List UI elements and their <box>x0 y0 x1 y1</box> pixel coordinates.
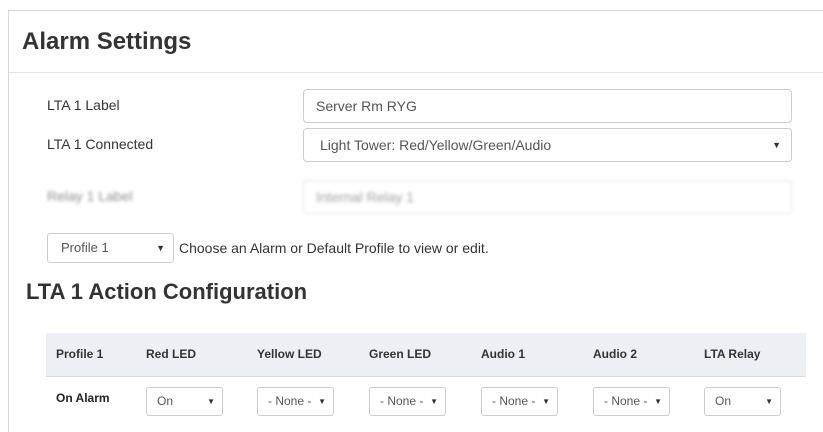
lta-connected-row: LTA 1 Connected Light Tower: Red/Yellow/… <box>47 128 793 162</box>
action-config-title: LTA 1 Action Configuration <box>26 279 308 304</box>
caret-down-icon: ▼ <box>156 243 165 253</box>
lta-label-input[interactable]: Server Rm RYG <box>303 89 792 123</box>
page-title: Alarm Settings <box>22 28 192 55</box>
table-row: On Alarm On ▼ - None - ▼ - None - ▼ - No… <box>46 376 806 426</box>
action-config-table: Profile 1 Red LED Yellow LED Green LED A… <box>46 333 806 426</box>
table-header-row: Profile 1 Red LED Yellow LED Green LED A… <box>46 333 806 377</box>
lta-label-row: LTA 1 Label Server Rm RYG <box>47 89 793 123</box>
lta-connected-value: Light Tower: Red/Yellow/Green/Audio <box>320 137 552 153</box>
audio-1-select[interactable]: - None - ▼ <box>481 386 558 416</box>
red-led-value: On <box>157 393 174 408</box>
cell-lta-relay: On ▼ <box>694 376 806 426</box>
panel-header: Alarm Settings <box>9 11 823 73</box>
caret-down-icon: ▼ <box>542 396 550 406</box>
profile-help-text: Choose an Alarm or Default Profile to vi… <box>179 240 489 256</box>
cell-green-led: - None - ▼ <box>359 376 471 426</box>
caret-down-icon: ▼ <box>772 140 781 150</box>
relay-label-input[interactable]: Internal Relay 1 <box>303 180 792 214</box>
col-header-profile: Profile 1 <box>46 333 136 377</box>
alarm-settings-panel: Alarm Settings LTA 1 Label Server Rm RYG… <box>8 10 823 432</box>
col-header-audio-1: Audio 1 <box>471 333 583 377</box>
lta-connected-label: LTA 1 Connected <box>47 136 154 152</box>
yellow-led-value: - None - <box>268 393 312 408</box>
row-label-on-alarm: On Alarm <box>56 390 110 405</box>
caret-down-icon: ▼ <box>207 396 215 406</box>
caret-down-icon: ▼ <box>430 396 438 406</box>
col-header-green-led: Green LED <box>359 333 471 377</box>
relay-label-row: Relay 1 Label Internal Relay 1 <box>47 180 793 214</box>
lta-relay-select[interactable]: On ▼ <box>704 386 781 416</box>
profile-select-value: Profile 1 <box>61 240 109 255</box>
col-header-audio-2: Audio 2 <box>583 333 694 377</box>
audio-1-value: - None - <box>492 393 536 408</box>
cell-audio-1: - None - ▼ <box>471 376 583 426</box>
caret-down-icon: ▼ <box>654 396 662 406</box>
green-led-value: - None - <box>380 393 424 408</box>
red-led-select[interactable]: On ▼ <box>146 386 223 416</box>
audio-2-value: - None - <box>604 393 648 408</box>
yellow-led-select[interactable]: - None - ▼ <box>257 386 334 416</box>
relay-label-label: Relay 1 Label <box>47 188 133 204</box>
profile-select[interactable]: Profile 1 ▼ <box>47 233 174 263</box>
lta-relay-value: On <box>715 393 732 408</box>
col-header-yellow-led: Yellow LED <box>247 333 359 377</box>
cell-yellow-led: - None - ▼ <box>247 376 359 426</box>
lta-label-label: LTA 1 Label <box>47 97 120 113</box>
caret-down-icon: ▼ <box>318 396 326 406</box>
lta-connected-select[interactable]: Light Tower: Red/Yellow/Green/Audio ▼ <box>303 128 792 162</box>
cell-red-led: On ▼ <box>136 376 247 426</box>
col-header-lta-relay: LTA Relay <box>694 333 806 377</box>
green-led-select[interactable]: - None - ▼ <box>369 386 446 416</box>
caret-down-icon: ▼ <box>765 396 773 406</box>
col-header-red-led: Red LED <box>136 333 247 377</box>
cell-audio-2: - None - ▼ <box>583 376 694 426</box>
audio-2-select[interactable]: - None - ▼ <box>593 386 670 416</box>
